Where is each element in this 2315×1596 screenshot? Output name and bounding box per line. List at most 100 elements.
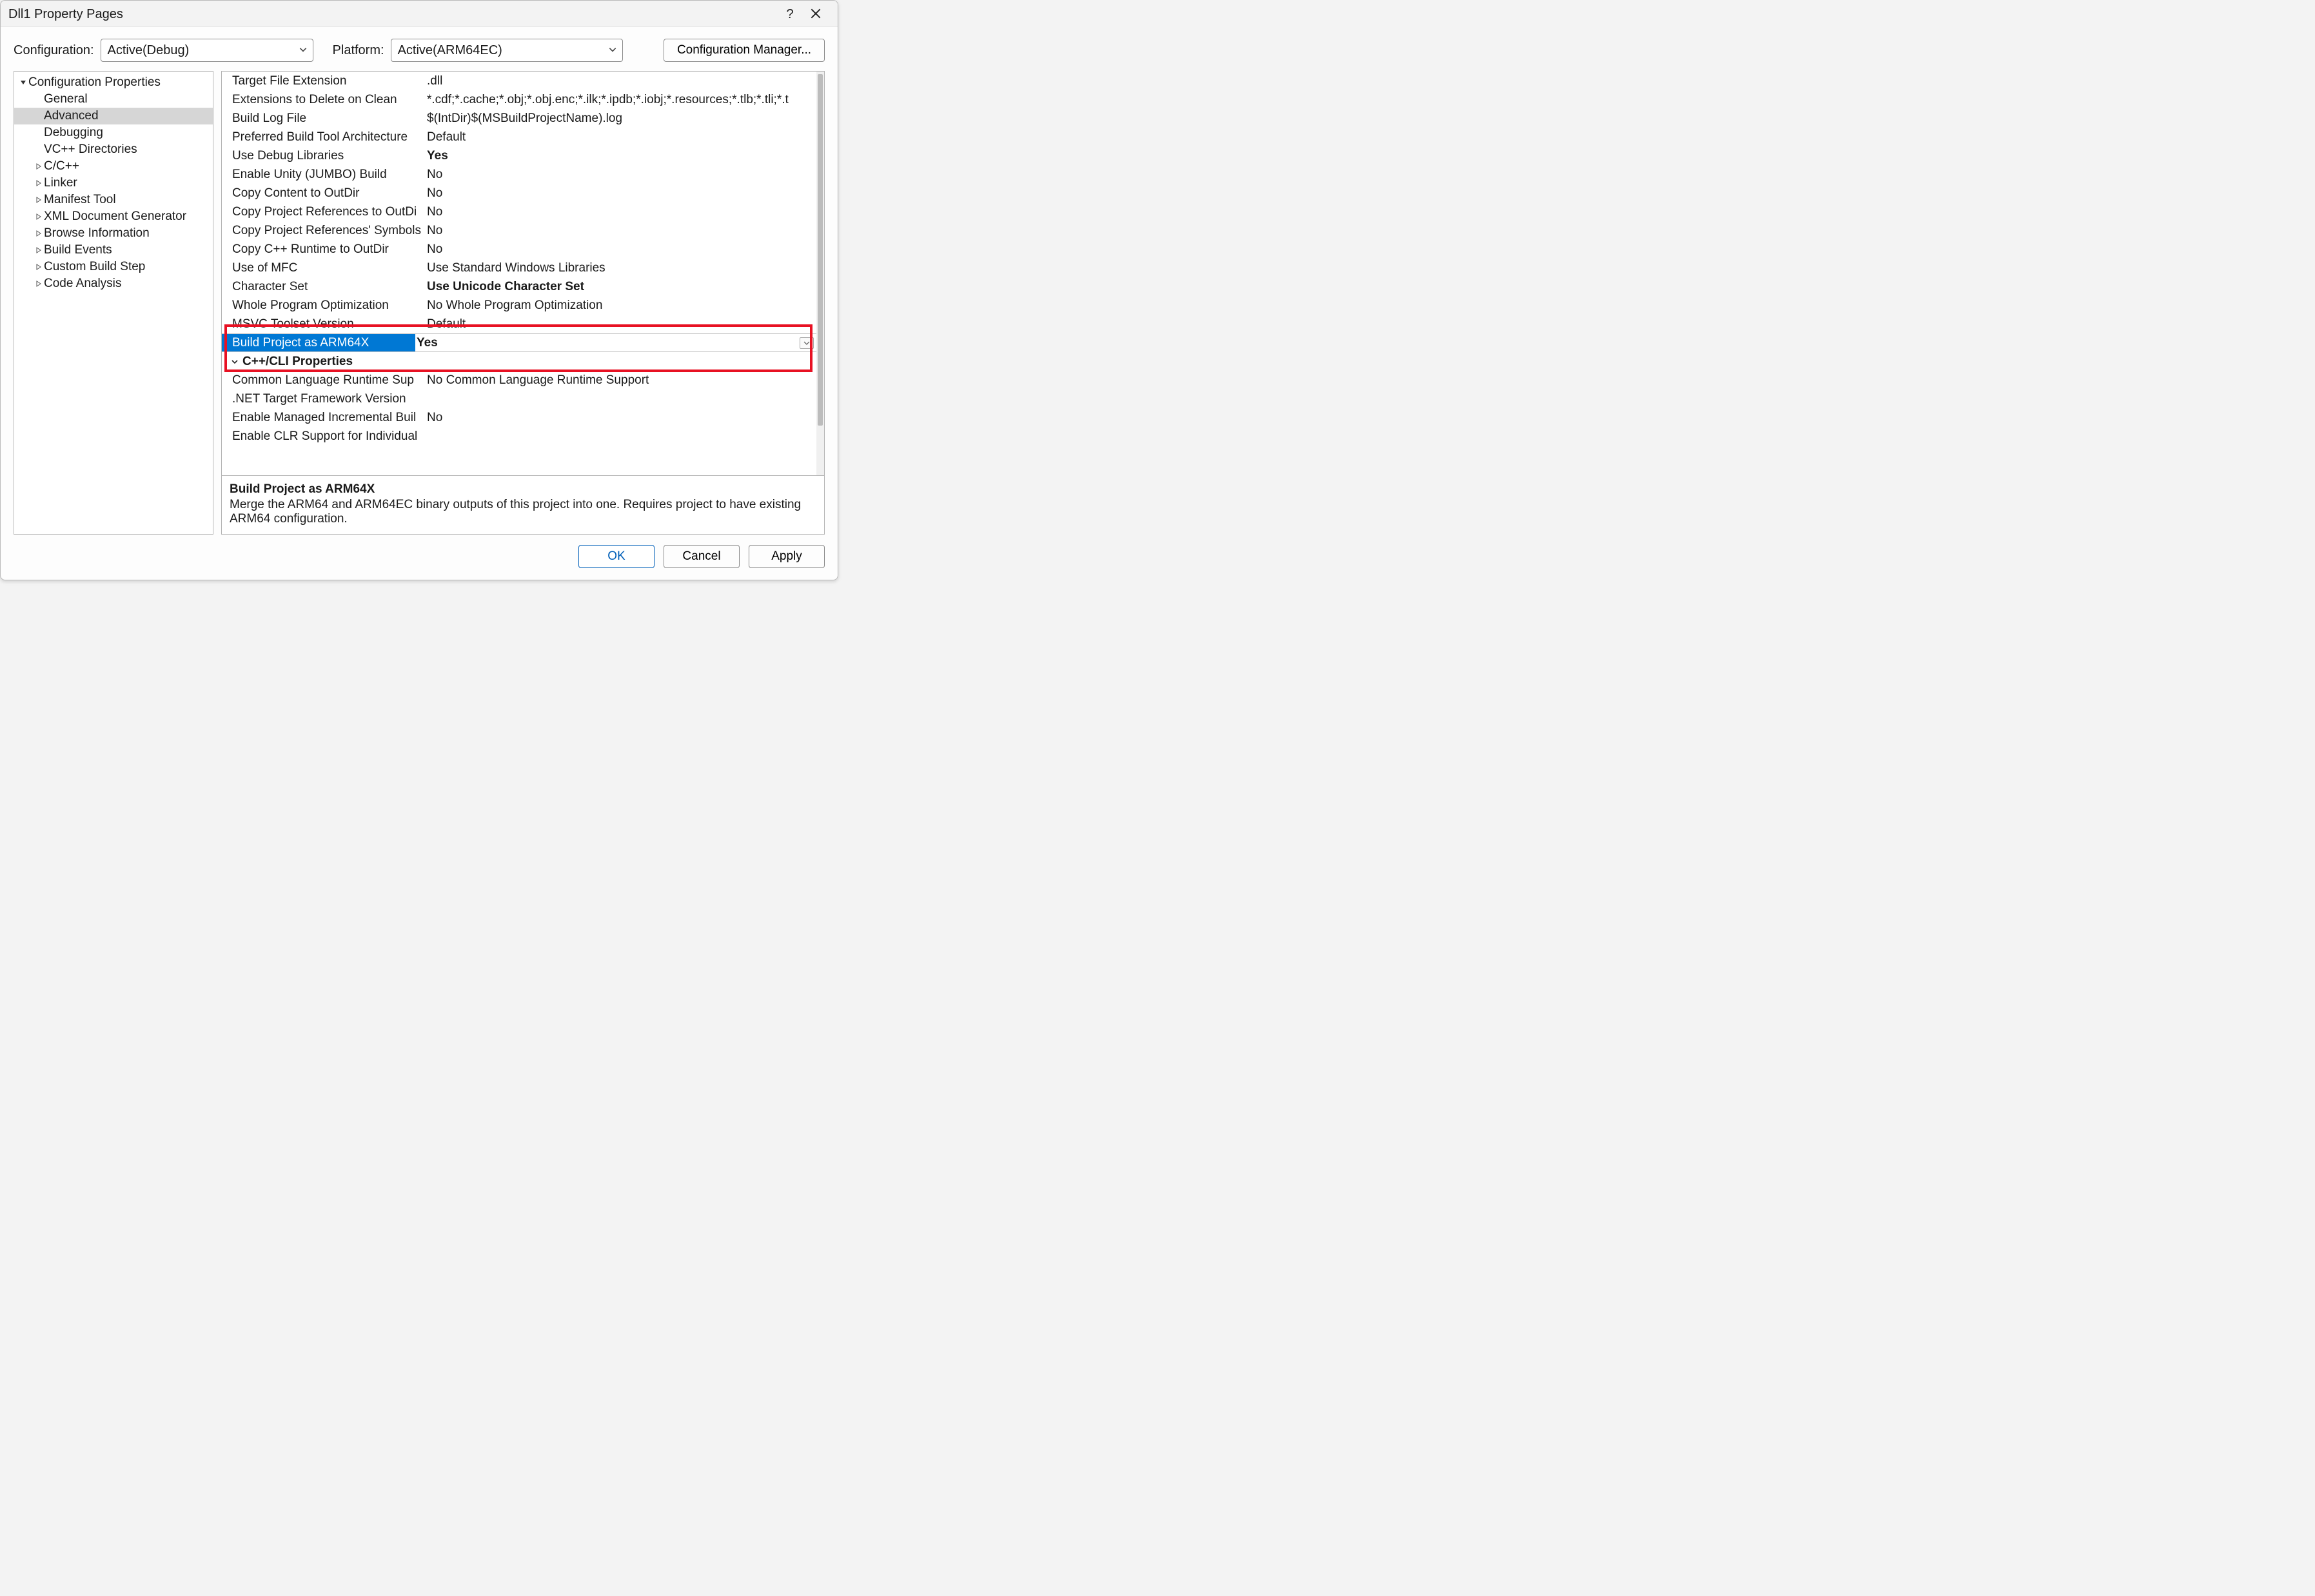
description-body: Merge the ARM64 and ARM64EC binary outpu… xyxy=(230,498,816,526)
property-row[interactable]: MSVC Toolset VersionDefault xyxy=(222,315,816,333)
property-pages-dialog: Dll1 Property Pages ? Configuration: Act… xyxy=(0,0,838,580)
config-row: Configuration: Active(Debug) Platform: A… xyxy=(1,27,838,71)
tree-item[interactable]: Manifest Tool xyxy=(14,192,213,208)
property-value[interactable]: *.cdf;*.cache;*.obj;*.obj.enc;*.ilk;*.ip… xyxy=(426,93,816,107)
property-row[interactable]: Build Log File$(IntDir)$(MSBuildProjectN… xyxy=(222,109,816,128)
property-name: Character Set xyxy=(232,280,426,294)
property-name: Use of MFC xyxy=(232,261,426,275)
property-row[interactable]: Copy Project References' SymbolsNo xyxy=(222,221,816,240)
tree-item[interactable]: Linker xyxy=(14,175,213,192)
chevron-down-icon xyxy=(608,43,617,58)
collapse-icon xyxy=(18,79,28,86)
expand-icon xyxy=(34,163,44,170)
property-row[interactable]: Character SetUse Unicode Character Set xyxy=(222,277,816,296)
tree-item[interactable]: C/C++ xyxy=(14,158,213,175)
platform-combo[interactable]: Active(ARM64EC) xyxy=(391,39,623,62)
chevron-down-icon xyxy=(299,43,308,58)
property-name: Extensions to Delete on Clean xyxy=(232,93,426,107)
property-group-header[interactable]: C++/CLI Properties xyxy=(222,352,816,371)
property-name: Use Debug Libraries xyxy=(232,149,426,163)
property-row[interactable]: Copy Project References to OutDiNo xyxy=(222,202,816,221)
property-value[interactable]: No xyxy=(426,205,816,219)
property-value[interactable]: Use Standard Windows Libraries xyxy=(426,261,816,275)
property-row[interactable]: Extensions to Delete on Clean*.cdf;*.cac… xyxy=(222,90,816,109)
property-value[interactable]: Yes xyxy=(415,336,816,350)
property-value[interactable]: .dll xyxy=(426,74,816,88)
property-row[interactable]: Build Project as ARM64XYes xyxy=(222,333,816,352)
tree-item[interactable]: Advanced xyxy=(14,108,213,124)
property-row[interactable]: Enable Unity (JUMBO) BuildNo xyxy=(222,165,816,184)
property-row[interactable]: Use of MFCUse Standard Windows Libraries xyxy=(222,259,816,277)
property-row[interactable]: Copy Content to OutDirNo xyxy=(222,184,816,202)
expand-icon xyxy=(34,264,44,270)
tree-item[interactable]: Debugging xyxy=(14,124,213,141)
description-title: Build Project as ARM64X xyxy=(230,482,816,497)
property-row[interactable]: Enable Managed Incremental BuilNo xyxy=(222,408,816,427)
property-value[interactable]: Default xyxy=(426,317,816,331)
tree-item[interactable]: Custom Build Step xyxy=(14,259,213,275)
property-group-name: C++/CLI Properties xyxy=(242,355,353,369)
property-row[interactable]: Preferred Build Tool ArchitectureDefault xyxy=(222,128,816,146)
property-row[interactable]: Use Debug LibrariesYes xyxy=(222,146,816,165)
property-value[interactable]: No Common Language Runtime Support xyxy=(426,373,816,388)
property-value[interactable]: No xyxy=(426,168,816,182)
close-button[interactable] xyxy=(803,6,829,23)
property-name: Build Log File xyxy=(232,112,426,126)
property-name: Copy Project References' Symbols xyxy=(232,224,426,238)
tree-item-label: Linker xyxy=(44,176,77,190)
cancel-button[interactable]: Cancel xyxy=(664,545,740,568)
property-row[interactable]: Whole Program OptimizationNo Whole Progr… xyxy=(222,296,816,315)
property-value[interactable]: Yes xyxy=(426,149,816,163)
tree-item-label: Custom Build Step xyxy=(44,260,145,274)
apply-button[interactable]: Apply xyxy=(749,545,825,568)
help-button[interactable]: ? xyxy=(777,7,803,22)
property-row[interactable]: Enable CLR Support for Individual xyxy=(222,427,816,446)
tree-item-label: Advanced xyxy=(44,109,99,123)
tree-item[interactable]: Browse Information xyxy=(14,225,213,242)
configuration-value: Active(Debug) xyxy=(108,43,190,58)
property-value[interactable]: No Whole Program Optimization xyxy=(426,299,816,313)
property-name: Common Language Runtime Sup xyxy=(232,373,426,388)
property-name: .NET Target Framework Version xyxy=(232,392,426,406)
configuration-label: Configuration: xyxy=(14,43,94,58)
property-value[interactable]: Use Unicode Character Set xyxy=(426,280,816,294)
property-value[interactable]: No xyxy=(426,186,816,201)
platform-label: Platform: xyxy=(333,43,384,58)
property-name: Target File Extension xyxy=(232,74,426,88)
category-tree[interactable]: Configuration Properties GeneralAdvanced… xyxy=(14,71,213,535)
window-title: Dll1 Property Pages xyxy=(8,7,777,22)
property-value[interactable]: No xyxy=(426,224,816,238)
property-name: Enable CLR Support for Individual xyxy=(232,429,426,444)
vertical-scrollbar[interactable] xyxy=(816,72,824,475)
dropdown-button[interactable] xyxy=(800,337,814,349)
property-name: Copy Content to OutDir xyxy=(232,186,426,201)
tree-item-label: Browse Information xyxy=(44,226,150,241)
property-row[interactable]: .NET Target Framework Version xyxy=(222,389,816,408)
property-row[interactable]: Copy C++ Runtime to OutDirNo xyxy=(222,240,816,259)
property-value[interactable]: No xyxy=(426,242,816,257)
property-value[interactable]: Default xyxy=(426,130,816,144)
platform-value: Active(ARM64EC) xyxy=(398,43,502,58)
configuration-manager-button[interactable]: Configuration Manager... xyxy=(664,39,825,62)
expand-icon xyxy=(34,197,44,203)
expand-icon xyxy=(34,247,44,253)
property-row[interactable]: Target File Extension.dll xyxy=(222,72,816,90)
tree-item[interactable]: Build Events xyxy=(14,242,213,259)
property-name: Copy C++ Runtime to OutDir xyxy=(232,242,426,257)
collapse-icon xyxy=(230,358,240,366)
dialog-footer: OK Cancel Apply xyxy=(1,535,838,580)
tree-item[interactable]: General xyxy=(14,91,213,108)
tree-item[interactable]: VC++ Directories xyxy=(14,141,213,158)
tree-item-label: Code Analysis xyxy=(44,277,121,291)
property-row[interactable]: Common Language Runtime SupNo Common Lan… xyxy=(222,371,816,389)
ok-button[interactable]: OK xyxy=(578,545,655,568)
configuration-combo[interactable]: Active(Debug) xyxy=(101,39,313,62)
property-value[interactable]: No xyxy=(426,411,816,425)
property-value[interactable]: $(IntDir)$(MSBuildProjectName).log xyxy=(426,112,816,126)
tree-item[interactable]: XML Document Generator xyxy=(14,208,213,225)
tree-root-configuration-properties[interactable]: Configuration Properties xyxy=(14,74,213,91)
expand-icon xyxy=(34,213,44,220)
tree-item[interactable]: Code Analysis xyxy=(14,275,213,292)
property-name: MSVC Toolset Version xyxy=(232,317,426,331)
tree-item-label: Debugging xyxy=(44,126,103,140)
